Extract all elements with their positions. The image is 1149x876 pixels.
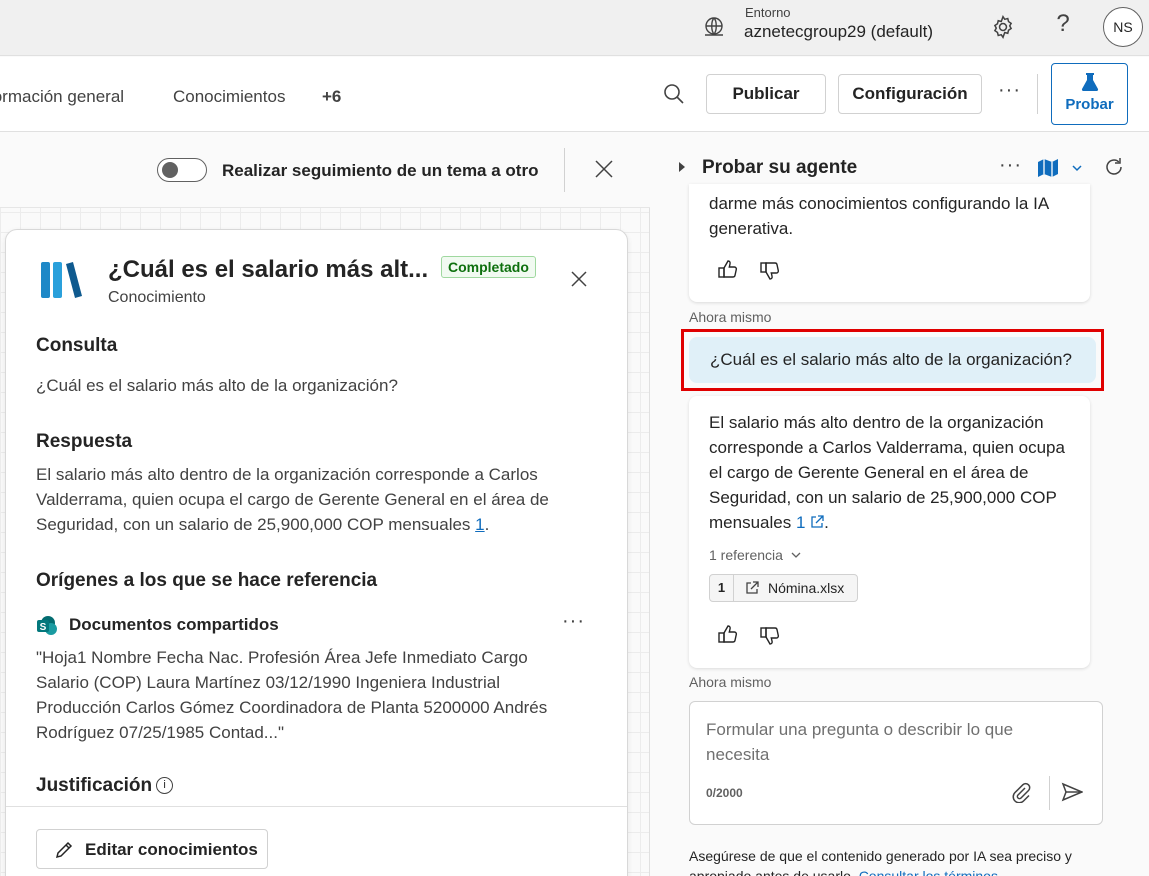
citation-link[interactable]: 1 (796, 513, 824, 532)
close-icon[interactable] (593, 158, 615, 180)
info-icon[interactable]: i (156, 777, 174, 795)
chevron-down-icon[interactable] (1070, 161, 1084, 175)
reference-number: 1 (710, 575, 734, 601)
test-agent-panel: Probar su agente ··· darme más conocimie… (651, 132, 1149, 876)
message-composer[interactable]: Formular una pregunta o describir lo que… (689, 701, 1103, 825)
citation-number: 1 (795, 513, 806, 532)
tab-knowledge[interactable]: Conocimientos (173, 87, 285, 107)
refresh-icon[interactable] (1103, 156, 1125, 178)
query-heading: Consulta (36, 335, 118, 356)
highlight-box (681, 329, 1104, 391)
close-icon[interactable] (569, 269, 589, 289)
bot-answer: El salario más alto dentro de la organiz… (709, 410, 1081, 535)
environment-selector[interactable]: aznetecgroup29 (default) (744, 22, 933, 42)
divider (1037, 74, 1038, 114)
more-options-icon[interactable]: ··· (999, 154, 1022, 177)
topic-canvas: Realizar seguimiento de un tema a otro ¿… (0, 132, 650, 876)
thumbs-down-icon[interactable] (759, 260, 781, 282)
citation-link[interactable]: 1 (475, 515, 484, 534)
top-bar: Entorno aznetecgroup29 (default) ? NS (0, 0, 1149, 56)
answer-heading: Respuesta (36, 431, 133, 452)
paperclip-icon[interactable] (1010, 781, 1032, 803)
globe-icon[interactable] (702, 15, 726, 39)
tab-overview[interactable]: formación general (0, 87, 124, 107)
thumbs-down-icon[interactable] (759, 625, 781, 647)
status-badge: Completado (441, 256, 536, 278)
edit-knowledge-label: Editar conocimientos (85, 840, 258, 859)
bot-answer-end: . (824, 513, 829, 532)
panel-title: Probar su agente (702, 157, 858, 178)
reference-chip[interactable]: 1 Nómina.xlsx (709, 574, 858, 602)
canvas-header: Realizar seguimiento de un tema a otro (0, 132, 650, 208)
reference-name: Nómina.xlsx (768, 580, 845, 596)
card-subtitle: Conocimiento (108, 289, 206, 306)
sources-heading: Orígenes a los que se hace referencia (36, 570, 378, 591)
publish-button[interactable]: Publicar (706, 74, 826, 114)
thumbs-up-icon[interactable] (717, 258, 739, 280)
svg-text:S: S (40, 622, 47, 633)
gear-icon[interactable] (990, 14, 1016, 40)
query-text: ¿Cuál es el salario más alto de la organ… (36, 376, 398, 395)
card-title: ¿Cuál es el salario más alt... (108, 256, 429, 283)
toggle-knob (162, 162, 178, 178)
answer-end: . (484, 515, 490, 534)
search-icon[interactable] (662, 82, 686, 106)
divider (1049, 776, 1050, 810)
bot-message: El salario más alto dentro de la organiz… (689, 396, 1090, 668)
toggle-label: Realizar seguimiento de un tema a otro (222, 161, 539, 180)
chevron-down-icon (791, 552, 801, 558)
external-link-icon (746, 581, 759, 594)
ai-disclaimer: Asegúrese de que el contenido generado p… (689, 846, 1109, 876)
answer-body: El salario más alto dentro de la organiz… (36, 465, 549, 534)
external-link-icon (811, 515, 824, 528)
justification-heading: Justificación i (36, 775, 174, 797)
flask-icon (1081, 73, 1098, 91)
edit-knowledge-button[interactable]: Editar conocimientos (36, 829, 268, 869)
tab-more-count[interactable]: +6 (322, 87, 341, 107)
source-excerpt: "Hoja1 Nombre Fecha Nac. Profesión Área … (36, 648, 548, 742)
source-name[interactable]: Documentos compartidos (69, 615, 279, 635)
references-label: 1 referencia (709, 547, 783, 563)
more-options-icon[interactable]: ··· (998, 79, 1021, 102)
terms-link[interactable]: Consultar los términos (859, 868, 998, 876)
references-toggle[interactable]: 1 referencia (709, 547, 802, 563)
thumbs-up-icon[interactable] (717, 623, 739, 645)
environment-label: Entorno (745, 5, 791, 20)
settings-button[interactable]: Configuración (838, 74, 982, 114)
card-footer: Editar conocimientos (6, 806, 627, 876)
knowledge-card: ¿Cuál es el salario más alt... Conocimie… (5, 229, 628, 876)
composer-placeholder[interactable]: Formular una pregunta o describir lo que… (706, 717, 1036, 767)
answer-text: El salario más alto dentro de la organiz… (36, 462, 596, 537)
divider (564, 148, 565, 192)
avatar[interactable]: NS (1103, 7, 1143, 47)
test-button[interactable]: Probar (1051, 63, 1128, 125)
message-timestamp: Ahora mismo (689, 674, 772, 690)
test-button-label: Probar (1065, 96, 1114, 113)
character-counter: 0/2000 (706, 786, 743, 800)
knowledge-books-icon (41, 262, 82, 298)
bot-message: darme más conocimientos configurando la … (689, 184, 1090, 302)
help-icon[interactable]: ? (1052, 10, 1074, 38)
send-icon[interactable] (1061, 781, 1083, 803)
more-options-icon[interactable]: ··· (562, 610, 585, 633)
bot-answer-text: El salario más alto dentro de la organiz… (709, 413, 1065, 532)
justification-label: Justificación (36, 775, 153, 796)
caret-right-icon[interactable] (679, 162, 685, 172)
agent-navbar: formación general Conocimientos +6 Publi… (0, 57, 1149, 132)
topic-tracking-toggle[interactable] (157, 158, 207, 182)
sharepoint-icon: S (37, 616, 57, 635)
map-icon[interactable] (1037, 158, 1059, 178)
message-timestamp: Ahora mismo (689, 309, 772, 325)
bot-message-text: darme más conocimientos configurando la … (709, 194, 1049, 238)
pencil-icon (55, 841, 73, 859)
